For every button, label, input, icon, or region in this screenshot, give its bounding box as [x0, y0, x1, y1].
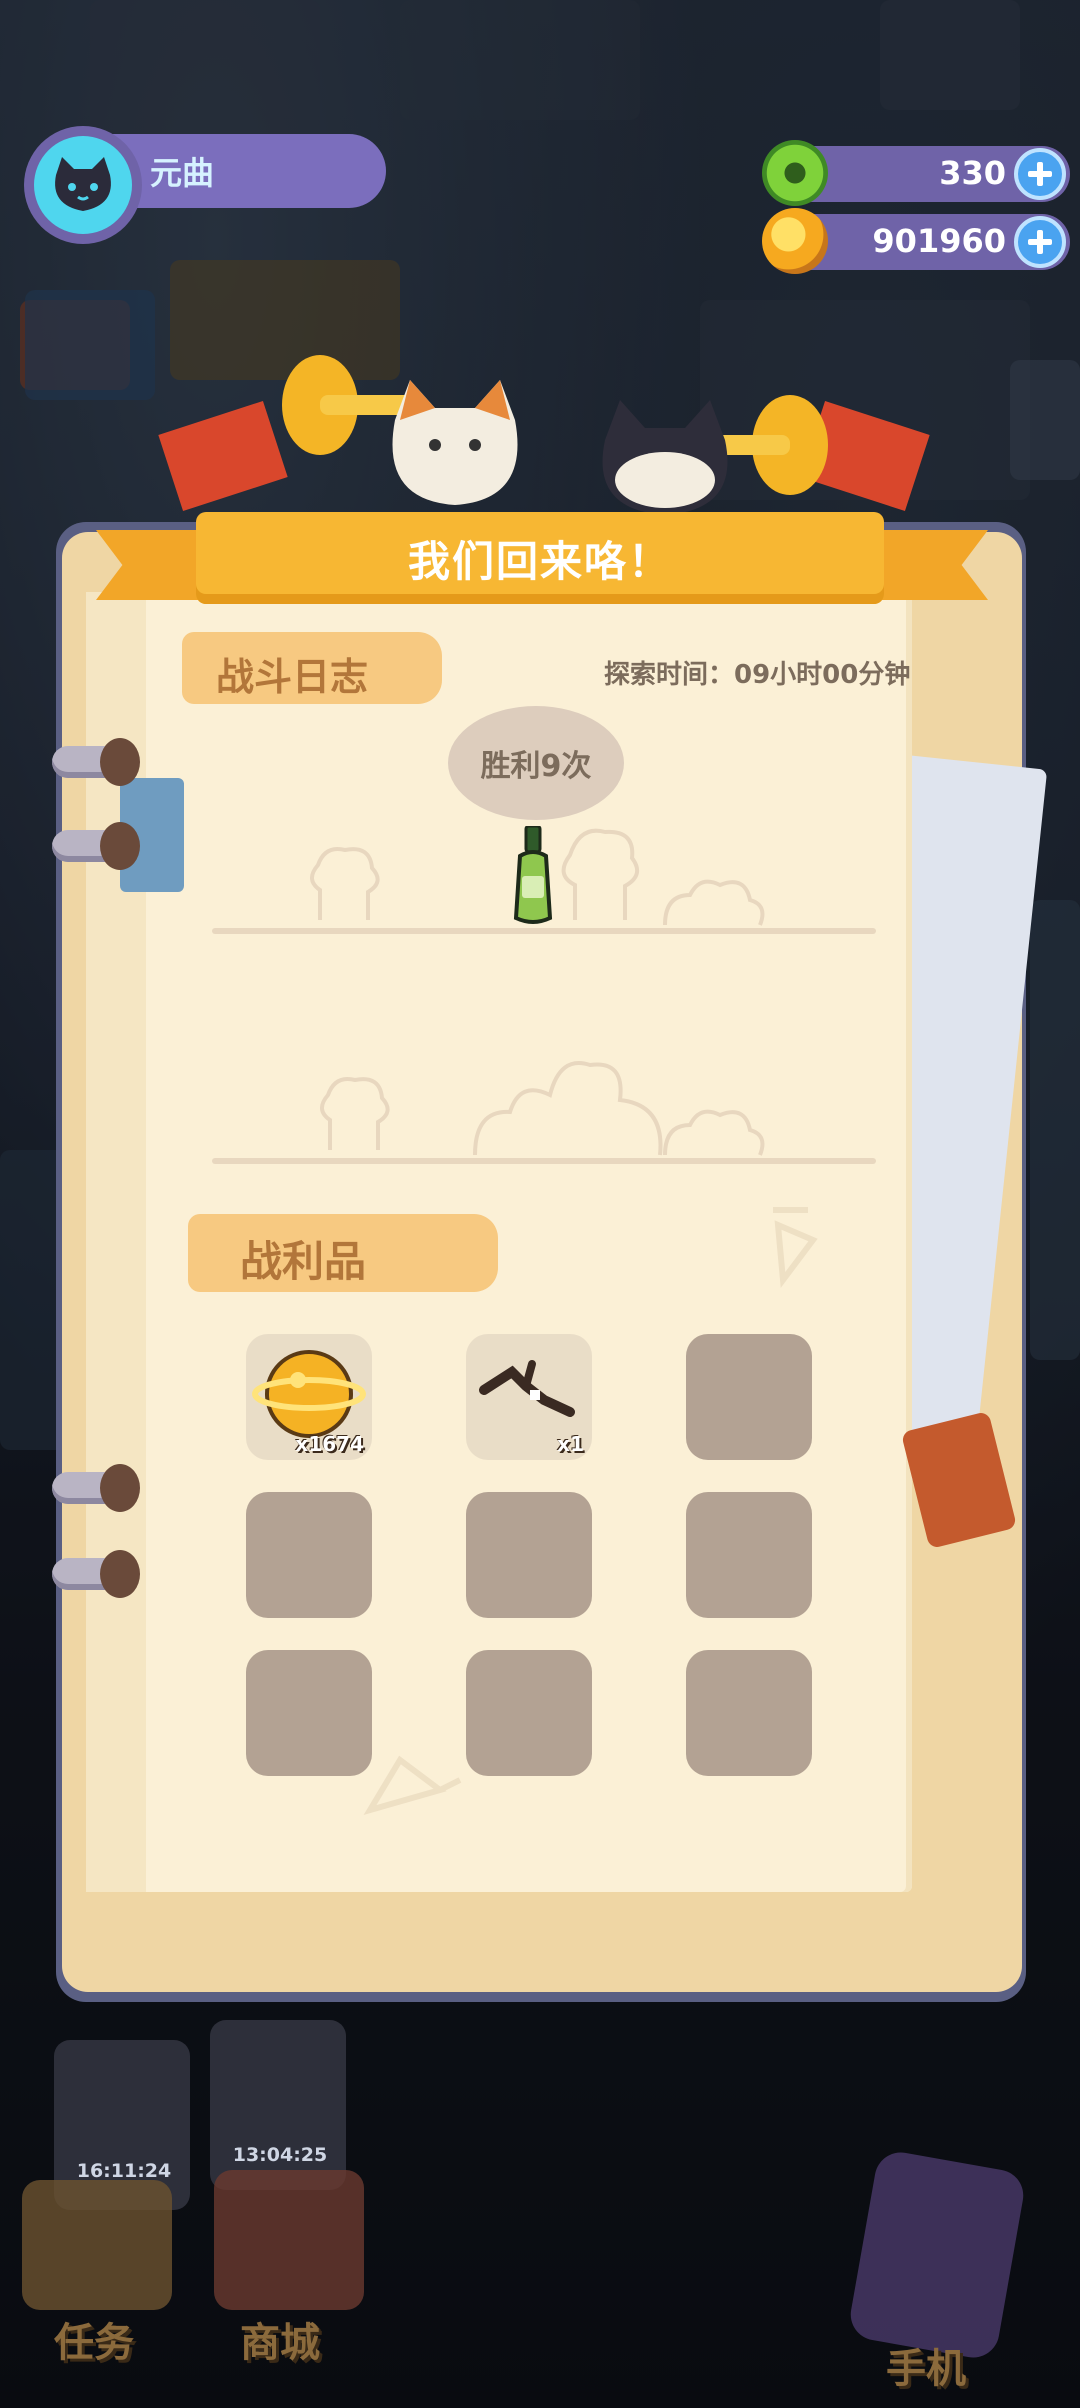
loot-count: x1674: [295, 1432, 364, 1456]
banner-title: 我们回来咯！: [407, 536, 672, 586]
loot-slot-empty: [466, 1492, 592, 1618]
green-gem-icon: [762, 140, 828, 206]
tree-icon: [561, 828, 640, 920]
bush-icon: [663, 1109, 765, 1156]
battle-log-tab: 战斗日志: [182, 632, 442, 704]
bush-icon: [663, 879, 765, 926]
player-avatar[interactable]: [24, 126, 142, 244]
tree-icon: [320, 1077, 390, 1150]
tree-icon: [310, 847, 380, 920]
nav-label-tasks[interactable]: 任务: [54, 2310, 134, 2368]
loot-count: x1: [557, 1432, 584, 1456]
cat-face-icon: [34, 136, 132, 234]
bush-cluster-icon: [473, 1061, 663, 1156]
add-gems-button[interactable]: [1014, 148, 1066, 200]
gem-counter: 330: [762, 140, 1070, 206]
victory-count: 胜利9次: [480, 749, 592, 784]
victory-bubble: 胜利9次: [448, 706, 624, 820]
coin-counter: 901960: [762, 208, 1070, 274]
loot-slot-empty: [246, 1492, 372, 1618]
binder-ring: [52, 1464, 140, 1512]
player-name-pill[interactable]: 元曲: [110, 134, 386, 208]
loot-slot-empty: [466, 1650, 592, 1776]
nav-label-phone[interactable]: 手机: [886, 2336, 966, 2394]
orange-cat-icon: [380, 380, 530, 510]
loot-slot-empty: [246, 1650, 372, 1776]
black-cat-icon: [590, 400, 740, 520]
task-book-icon[interactable]: [22, 2180, 172, 2310]
fish-bone-icon: [773, 1207, 818, 1289]
plus-icon: [1028, 230, 1052, 254]
loot-label: 战利品: [240, 1237, 367, 1286]
loot-slot-empty: [686, 1650, 812, 1776]
loot-slot-empty: [686, 1334, 812, 1460]
coin-value: 901960: [872, 222, 1006, 260]
battle-log-label: 战斗日志: [216, 655, 369, 699]
gold-planet-icon: [762, 208, 828, 274]
binder-ring: [52, 822, 140, 870]
loot-slot[interactable]: x1674: [246, 1334, 372, 1460]
fish-bone-icon: [363, 1755, 462, 1815]
add-coins-button[interactable]: [1014, 216, 1066, 268]
binder-ring: [52, 738, 140, 786]
loot-tab: 战利品: [188, 1214, 498, 1292]
loot-slot-empty: [686, 1492, 812, 1618]
player-name: 元曲: [150, 154, 215, 192]
nav-label-shop[interactable]: 商城: [240, 2310, 320, 2368]
loot-slot[interactable]: x1: [466, 1334, 592, 1460]
result-banner: 我们回来咯！: [196, 512, 884, 604]
plus-icon: [1028, 162, 1052, 186]
binder-ring: [52, 1550, 140, 1598]
shop-icon[interactable]: [214, 2170, 364, 2310]
explore-time: 探索时间：09小时00分钟: [604, 660, 911, 690]
gem-value: 330: [939, 154, 1006, 192]
